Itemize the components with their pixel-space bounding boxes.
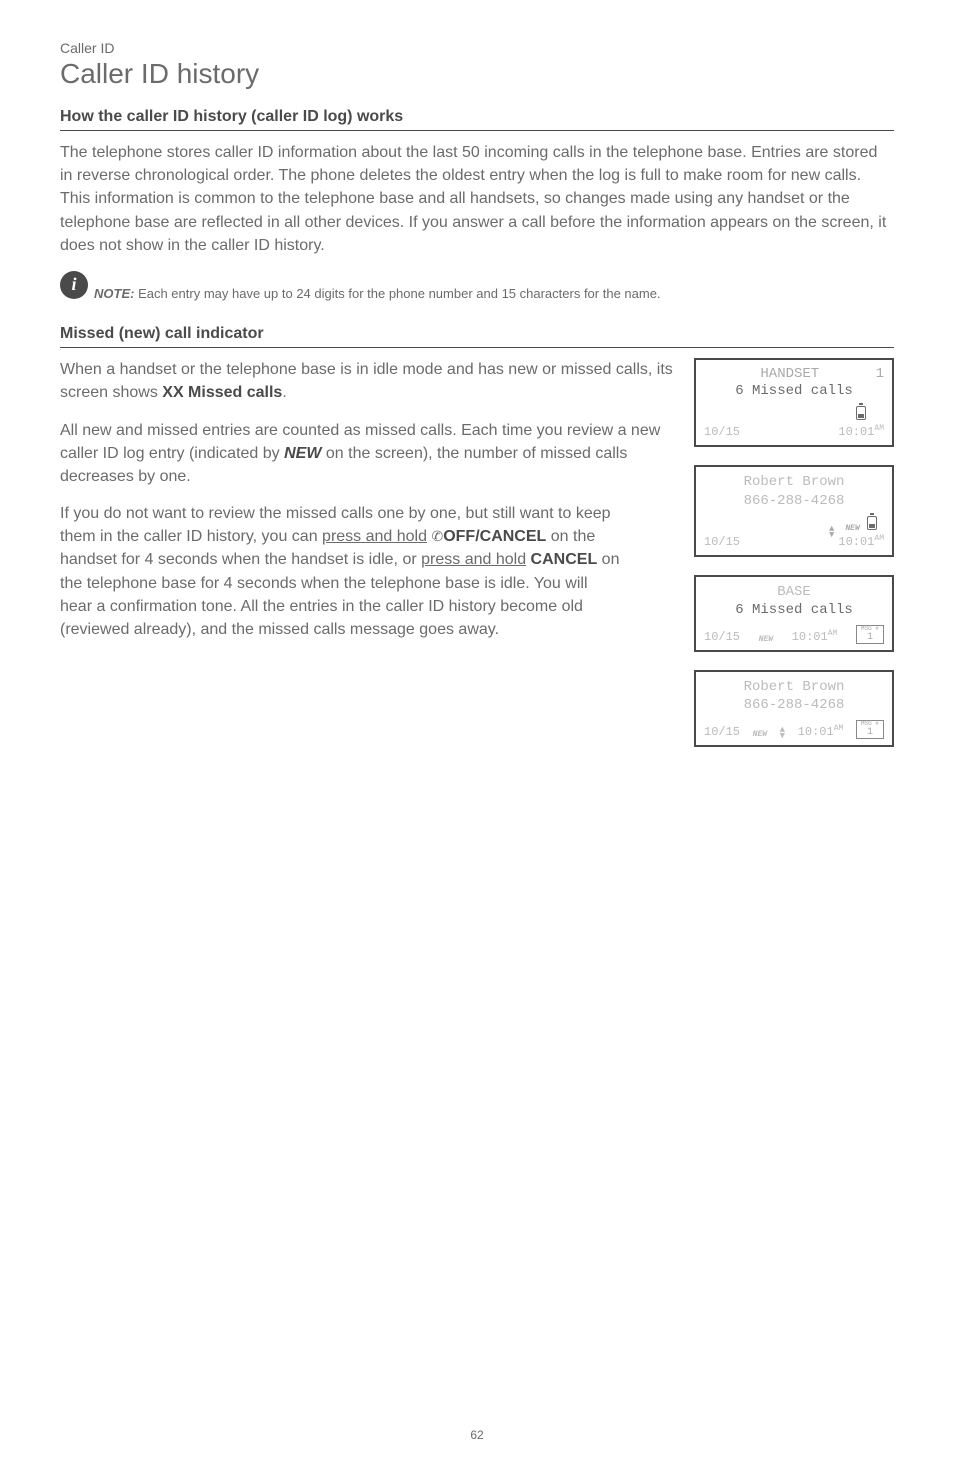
rule2 [60, 347, 894, 348]
caller-name: Robert Brown [704, 473, 884, 491]
breadcrumb: Caller ID [60, 40, 894, 56]
note-label: NOTE: [94, 286, 134, 301]
page-title: Caller ID history [60, 58, 894, 90]
handset-num: 1 [876, 366, 884, 382]
new-label: NEW [845, 524, 859, 533]
date: 10/15 [704, 535, 740, 549]
section1-heading: How the caller ID history (caller ID log… [60, 108, 894, 126]
p1c: . [282, 384, 286, 401]
msg-count-box: MSG # 1 [856, 720, 884, 739]
handset-screen-caller: Robert Brown 866-288-4268 10/15 ▲▼ NEW 1… [694, 465, 894, 556]
arrows-icon: ▲▼ [780, 727, 785, 739]
note-block: i NOTE: Each entry may have up to 24 dig… [60, 271, 894, 303]
battery-icon [856, 406, 866, 420]
p3u2: press and hold [421, 551, 526, 568]
new-label: NEW [759, 635, 773, 644]
section2-p1: When a handset or the telephone base is … [60, 358, 674, 404]
caller-phone: 866-288-4268 [704, 696, 884, 714]
note-text: NOTE: Each entry may have up to 24 digit… [94, 271, 661, 303]
time: 10:01AM [798, 724, 844, 739]
base-label: BASE [704, 583, 884, 601]
info-icon: i [60, 271, 88, 299]
p2b: NEW [284, 445, 321, 462]
p3b: OFF/CANCEL [443, 528, 546, 545]
base-screen-missed: BASE 6 Missed calls 10/15 NEW 10:01AM MS… [694, 575, 894, 652]
missed-calls-line: 6 Missed calls [704, 601, 884, 619]
section2-p2: All new and missed entries are counted a… [60, 419, 674, 489]
phone-off-icon: ✆ [431, 528, 443, 544]
time: 10:01AM [792, 629, 838, 644]
new-label: NEW [753, 730, 767, 739]
page-number: 62 [470, 1428, 483, 1442]
date: 10/15 [704, 725, 740, 739]
caller-phone: 866-288-4268 [704, 492, 884, 510]
msg-count-box: MSG # 1 [856, 625, 884, 644]
date: 10/15 [704, 425, 740, 439]
msg-count: 1 [867, 727, 873, 738]
p1b: XX Missed calls [162, 384, 282, 401]
missed-calls-line: 6 Missed calls [704, 382, 884, 400]
p1a: When a handset or the telephone base is … [60, 361, 673, 401]
section2-heading: Missed (new) call indicator [60, 325, 894, 343]
date: 10/15 [704, 630, 740, 644]
section2-p3: If you do not want to review the missed … [60, 502, 620, 641]
time: 10:01AM [838, 425, 884, 439]
rule [60, 130, 894, 131]
caller-name: Robert Brown [704, 678, 884, 696]
arrows-icon: ▲▼ [829, 526, 834, 538]
handset-screen-missed: HANDSET 1 6 Missed calls 10/15 10:01AM [694, 358, 894, 447]
section1-body: The telephone stores caller ID informati… [60, 141, 894, 257]
msg-count: 1 [867, 632, 873, 643]
base-screen-caller: Robert Brown 866-288-4268 10/15 NEW ▲▼ 1… [694, 670, 894, 747]
battery-icon [867, 516, 877, 530]
time: 10:01AM [838, 535, 884, 549]
note-body: Each entry may have up to 24 digits for … [134, 286, 660, 301]
p3e: CANCEL [531, 551, 598, 568]
p3u1: press and hold [322, 528, 427, 545]
handset-label: HANDSET [760, 366, 819, 382]
